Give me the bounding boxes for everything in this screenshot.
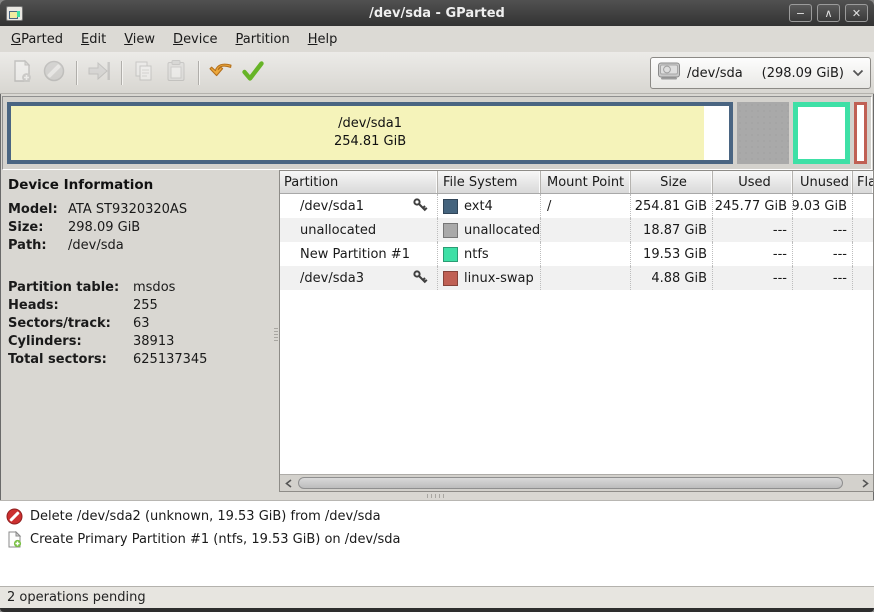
scroll-right-arrow-icon[interactable] xyxy=(857,475,873,491)
column-header-flags[interactable]: Flags xyxy=(853,171,873,193)
device-selector-size: (298.09 GiB) xyxy=(762,66,844,81)
apply-button[interactable] xyxy=(237,57,269,89)
delete-icon xyxy=(42,59,66,87)
device-info-row: Size:298.09 GiB xyxy=(8,219,273,237)
scrollbar-thumb[interactable] xyxy=(298,477,843,489)
table-row-sda1[interactable]: /dev/sda1 ext4 / 254.81 GiB 245.77 GiB 9… xyxy=(280,194,873,218)
disk-segment-new-ntfs[interactable] xyxy=(793,102,850,164)
undo-icon xyxy=(208,59,234,87)
statusbar: 2 operations pending xyxy=(0,586,874,608)
device-info-title: Device Information xyxy=(8,177,273,193)
column-header-filesystem[interactable]: File System xyxy=(438,171,541,193)
device-selector-device: /dev/sda xyxy=(687,66,743,81)
close-button[interactable]: ✕ xyxy=(845,4,868,22)
column-header-unused[interactable]: Unused xyxy=(793,171,853,193)
filesystem-color-swatch xyxy=(443,271,458,286)
splitter-grip xyxy=(427,494,445,498)
key-icon xyxy=(412,269,429,290)
toolbar-separator xyxy=(198,61,199,85)
device-info-row: Sectors/track:63 xyxy=(8,315,273,333)
splitter-grip xyxy=(274,328,278,342)
scroll-left-arrow-icon[interactable] xyxy=(280,475,296,491)
partition-table: Partition File System Mount Point Size U… xyxy=(279,170,874,492)
filesystem-color-swatch xyxy=(443,199,458,214)
minimize-button[interactable]: − xyxy=(789,4,812,22)
toolbar-separator xyxy=(76,61,77,85)
gparted-window: /dev/sda - GParted − ∧ ✕ GParted Edit Vi… xyxy=(0,0,874,612)
new-partition-icon xyxy=(10,59,34,87)
device-info-row: Total sectors:625137345 xyxy=(8,351,273,369)
delete-operation-icon xyxy=(6,508,23,525)
create-operation-icon xyxy=(6,531,23,548)
copy-icon xyxy=(132,59,156,87)
menu-view[interactable]: View xyxy=(115,28,164,51)
device-info-row: Partition table:msdos xyxy=(8,279,273,297)
pending-operations-count: 2 operations pending xyxy=(7,590,146,605)
device-info-row: Path:/dev/sda xyxy=(8,237,273,255)
window-bottom-edge xyxy=(0,608,874,612)
device-info-row: Model:ATA ST9320320AS xyxy=(8,201,273,219)
device-selector[interactable]: /dev/sda (298.09 GiB) xyxy=(650,57,871,89)
device-info-row: Heads:255 xyxy=(8,297,273,315)
key-icon xyxy=(412,197,429,218)
window-title: /dev/sda - GParted xyxy=(0,6,874,21)
filesystem-color-swatch xyxy=(443,247,458,262)
toolbar: /dev/sda (298.09 GiB) xyxy=(0,52,874,94)
gparted-app-icon xyxy=(6,6,23,21)
paste-button[interactable] xyxy=(160,57,192,89)
column-header-partition[interactable]: Partition xyxy=(280,171,438,193)
titlebar: /dev/sda - GParted − ∧ ✕ xyxy=(0,0,874,26)
operation-create[interactable]: Create Primary Partition #1 (ntfs, 19.53… xyxy=(6,528,874,551)
undo-button[interactable] xyxy=(205,57,237,89)
device-info-panel: Device Information Model:ATA ST9320320AS… xyxy=(0,170,273,492)
operation-delete[interactable]: Delete /dev/sda2 (unknown, 19.53 GiB) fr… xyxy=(6,505,874,528)
apply-check-icon xyxy=(241,59,265,87)
disk-visual-bar: /dev/sda1 254.81 GiB xyxy=(2,96,872,170)
menu-partition[interactable]: Partition xyxy=(227,28,299,51)
table-row-sda3[interactable]: /dev/sda3 linux-swap 4.88 GiB --- --- xyxy=(280,266,873,290)
delete-partition-button[interactable] xyxy=(38,57,70,89)
scrollbar-track[interactable] xyxy=(296,475,857,491)
column-header-mountpoint[interactable]: Mount Point xyxy=(541,171,631,193)
menu-edit[interactable]: Edit xyxy=(72,28,115,51)
main-area: Device Information Model:ATA ST9320320AS… xyxy=(0,170,874,492)
table-empty-area xyxy=(280,290,873,474)
table-row-unallocated[interactable]: unallocated unallocated 18.87 GiB --- --… xyxy=(280,218,873,242)
resize-move-icon xyxy=(87,59,111,87)
filesystem-color-swatch xyxy=(443,223,458,238)
disk-segment-sda1[interactable]: /dev/sda1 254.81 GiB xyxy=(7,102,733,164)
disk-segment-unallocated[interactable] xyxy=(737,102,789,164)
maximize-button[interactable]: ∧ xyxy=(817,4,840,22)
resize-move-button[interactable] xyxy=(83,57,115,89)
horizontal-scrollbar[interactable] xyxy=(280,474,873,491)
new-partition-button[interactable] xyxy=(6,57,38,89)
copy-button[interactable] xyxy=(128,57,160,89)
partition-table-header: Partition File System Mount Point Size U… xyxy=(280,171,873,194)
menu-device[interactable]: Device xyxy=(164,28,226,51)
menu-help[interactable]: Help xyxy=(299,28,347,51)
device-info-row: Cylinders:38913 xyxy=(8,333,273,351)
chevron-down-icon xyxy=(852,66,864,81)
sda1-segment-label: /dev/sda1 254.81 GiB xyxy=(11,106,729,160)
menu-gparted[interactable]: GParted xyxy=(2,28,72,51)
paste-icon xyxy=(164,59,188,87)
disk-segment-linux-swap[interactable] xyxy=(854,102,867,164)
toolbar-separator xyxy=(121,61,122,85)
table-row-new-partition[interactable]: New Partition #1 ntfs 19.53 GiB --- --- xyxy=(280,242,873,266)
pending-operations-list: Delete /dev/sda2 (unknown, 19.53 GiB) fr… xyxy=(0,500,874,586)
harddisk-icon xyxy=(657,61,681,85)
horizontal-pane-splitter[interactable] xyxy=(0,492,874,500)
column-header-size[interactable]: Size xyxy=(631,171,713,193)
vertical-pane-splitter[interactable] xyxy=(273,170,279,492)
menubar: GParted Edit View Device Partition Help xyxy=(0,26,874,52)
column-header-used[interactable]: Used xyxy=(713,171,793,193)
